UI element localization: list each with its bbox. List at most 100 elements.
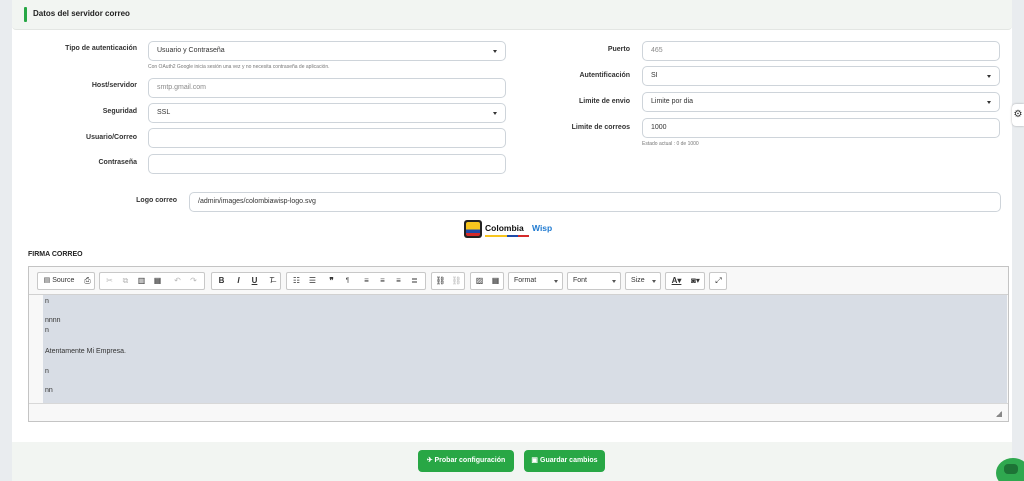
content-line: nn — [45, 387, 53, 394]
chevron-down-icon — [554, 280, 558, 283]
card-footer: ✈ Probar configuración ▣ Guardar cambios — [12, 442, 1012, 481]
mail-limit-status: Estado actual : 0 de 1000 — [642, 141, 699, 147]
chevron-down-icon — [612, 280, 616, 283]
logo-underline — [485, 235, 529, 237]
password-input[interactable] — [148, 154, 506, 174]
source-label: Source — [52, 277, 75, 284]
bulleted-list-icon[interactable]: ☰ — [305, 273, 320, 289]
editor-toolbar: ▤ Source ⎙ ✂ ⧉ ▥ ▦ ↶ ↷ B I U T̶ ☷ ☰ ❞ ¶ … — [29, 267, 1008, 295]
bidi-icon[interactable]: ¶ — [340, 273, 355, 289]
toolbar-group-colors: A▾ ◙▾ — [665, 272, 705, 290]
send-limit-value: Limite por dia — [651, 98, 694, 105]
text-color-icon[interactable]: A▾ — [667, 273, 686, 289]
chevron-down-icon — [493, 50, 497, 53]
content-line: Atentamente Mi Empresa. — [45, 348, 126, 355]
send-limit-label: Limite de envio — [579, 98, 630, 105]
paper-plane-icon: ✈ — [426, 457, 433, 464]
toolbar-group-insert: ▨ ▦ — [470, 272, 504, 290]
table-icon[interactable]: ▦ — [488, 273, 503, 289]
align-justify-icon[interactable]: ≣ — [407, 273, 422, 289]
content-line: nnnn — [45, 317, 61, 324]
mail-server-card: Datos del servidor correo Tipo de autent… — [12, 0, 1012, 481]
bold-icon[interactable]: B — [214, 273, 229, 289]
mail-limit-label: Limite de correos — [571, 124, 630, 131]
resize-grip-icon[interactable] — [996, 411, 1002, 417]
content-line: n — [45, 327, 49, 334]
logo-label: Logo correo — [136, 197, 177, 204]
toolbar-group-paragraph: ☷ ☰ ❞ ¶ ≡ ≡ ≡ ≣ — [286, 272, 426, 290]
remove-format-icon[interactable]: T̶ — [264, 273, 279, 289]
user-input[interactable] — [148, 128, 506, 148]
maximize-icon[interactable]: ⤢ — [711, 273, 726, 289]
user-label: Usuario/Correo — [86, 134, 137, 141]
signature-editor: ▤ Source ⎙ ✂ ⧉ ▥ ▦ ↶ ↷ B I U T̶ ☷ ☰ ❞ ¶ … — [28, 266, 1009, 422]
send-limit-select[interactable]: Limite por dia — [642, 92, 1000, 112]
password-label: Contraseña — [98, 159, 137, 166]
logo-mark — [464, 220, 482, 238]
toolbar-group-links: ⛓ ⛓ — [431, 272, 465, 290]
logo-text-wisp: Wisp — [532, 223, 553, 233]
toolbar-group-document: ▤ Source ⎙ — [37, 272, 95, 290]
toolbar-group-clipboard: ✂ ⧉ ▥ ▦ ↶ ↷ — [99, 272, 205, 290]
logo-input[interactable]: /admin/images/colombiawisp-logo.svg — [189, 192, 1001, 212]
link-icon[interactable]: ⛓ — [433, 273, 448, 289]
chevron-down-icon — [493, 112, 497, 115]
image-icon[interactable]: ▨ — [472, 273, 487, 289]
content-line: n — [45, 298, 49, 305]
editor-content[interactable]: n nnnn n Atentamente Mi Empresa. n nn — [43, 295, 1007, 403]
authentication-select[interactable]: SI — [642, 66, 1000, 86]
host-input[interactable]: smtp.gmail.com — [148, 78, 506, 98]
italic-icon[interactable]: I — [231, 273, 246, 289]
security-value: SSL — [157, 109, 171, 116]
paste-text-icon[interactable]: ▦ — [150, 273, 165, 289]
auth-type-select[interactable]: Usuario y Contraseña — [148, 41, 506, 61]
copy-icon[interactable]: ⧉ — [118, 273, 133, 289]
redo-icon[interactable]: ↷ — [186, 273, 201, 289]
paste-icon[interactable]: ▥ — [134, 273, 149, 289]
underline-icon[interactable]: U — [247, 273, 262, 289]
card-header: Datos del servidor correo — [12, 0, 1012, 30]
align-center-icon[interactable]: ≡ — [375, 273, 390, 289]
font-select[interactable]: Font — [567, 272, 621, 290]
cut-icon[interactable]: ✂ — [102, 273, 117, 289]
format-select[interactable]: Format — [508, 272, 563, 290]
toolbar-group-tools: ⤢ — [709, 272, 727, 290]
header-accent-bar — [24, 7, 27, 22]
floppy-icon: ▣ — [531, 457, 539, 464]
gear-icon[interactable]: ⚙ — [1012, 104, 1024, 126]
auth-type-help: Con OAuth2 Google inicia sesión una vez … — [148, 64, 330, 70]
size-label: Size — [631, 277, 645, 284]
host-label: Host/servidor — [91, 82, 137, 89]
test-config-label: Probar configuración — [434, 457, 506, 464]
chevron-down-icon — [987, 101, 991, 104]
background-color-icon[interactable]: ◙▾ — [686, 273, 705, 289]
chevron-down-icon — [652, 280, 656, 283]
brand-logo: Colombia Wisp — [464, 220, 556, 240]
logo-text-colombia: Colombia — [485, 223, 524, 233]
mail-limit-input[interactable]: 1000 — [642, 118, 1000, 138]
chatbot-icon[interactable] — [996, 458, 1024, 481]
size-select[interactable]: Size — [625, 272, 661, 290]
security-select[interactable]: SSL — [148, 103, 506, 123]
unlink-icon[interactable]: ⛓ — [449, 273, 464, 289]
toolbar-group-basic: B I U T̶ — [211, 272, 281, 290]
auth-type-label: Tipo de autenticación — [65, 45, 137, 52]
section-title: Datos del servidor correo — [33, 9, 130, 18]
test-config-button[interactable]: ✈ Probar configuración — [418, 450, 514, 472]
save-button[interactable]: ▣ Guardar cambios — [524, 450, 605, 472]
source-button[interactable]: ▤ Source — [39, 273, 79, 289]
firma-title: FIRMA CORREO — [28, 251, 83, 258]
security-label: Seguridad — [102, 108, 137, 115]
authentication-value: SI — [651, 72, 658, 79]
numbered-list-icon[interactable]: ☷ — [289, 273, 304, 289]
templates-icon[interactable]: ⎙ — [80, 273, 95, 289]
align-left-icon[interactable]: ≡ — [359, 273, 374, 289]
save-label: Guardar cambios — [540, 457, 598, 464]
chevron-down-icon — [987, 75, 991, 78]
blockquote-icon[interactable]: ❞ — [324, 273, 339, 289]
align-right-icon[interactable]: ≡ — [391, 273, 406, 289]
font-label: Font — [573, 277, 588, 284]
content-line: n — [45, 368, 49, 375]
port-input[interactable]: 465 — [642, 41, 1000, 61]
undo-icon[interactable]: ↶ — [170, 273, 185, 289]
